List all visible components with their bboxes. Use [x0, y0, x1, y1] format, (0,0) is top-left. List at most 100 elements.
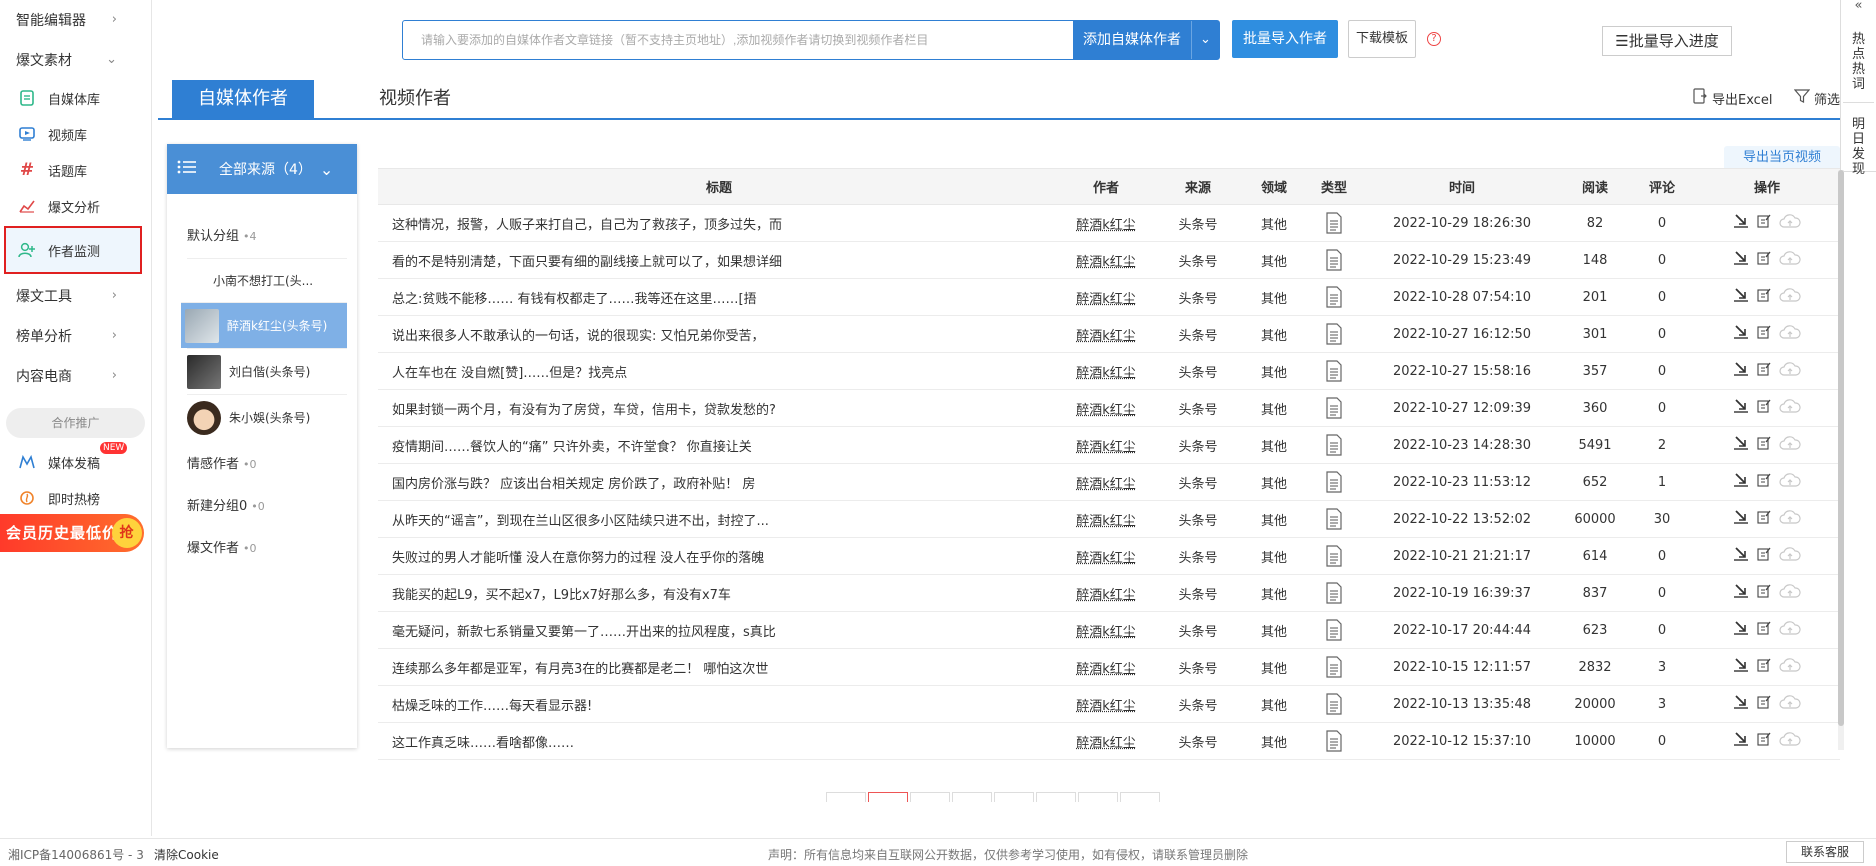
- author-item[interactable]: 小南不想打工(头...: [187, 258, 347, 302]
- edit-icon[interactable]: [1757, 584, 1771, 602]
- edit-icon[interactable]: [1757, 288, 1771, 306]
- cloud-upload-icon[interactable]: [1779, 325, 1801, 343]
- table-row[interactable]: 我能买的起L9，买不起x7，L9比x7好那么多，有没有x7车 醉酒k红尘 头条号 其他…: [378, 574, 1840, 612]
- tomorrow-discover-link[interactable]: 明日发现: [1851, 117, 1867, 177]
- edit-icon[interactable]: [1757, 251, 1771, 269]
- nav-group-rank-analysis[interactable]: 榜单分析 ›: [0, 316, 151, 356]
- clear-cookie-link[interactable]: 清除Cookie: [154, 846, 219, 863]
- edit-icon[interactable]: [1757, 658, 1771, 676]
- author-link[interactable]: 醉酒k红尘: [1060, 389, 1152, 427]
- vip-promo-banner[interactable]: 会员历史最低价 抢: [0, 514, 144, 552]
- author-link[interactable]: 醉酒k红尘: [1060, 611, 1152, 649]
- download-icon[interactable]: [1733, 621, 1749, 639]
- edit-icon[interactable]: [1757, 399, 1771, 417]
- table-row[interactable]: 枯燥乏味的工作……每天看显示器! 醉酒k红尘 头条号 其他 2022-10-13 13:…: [378, 685, 1840, 723]
- edit-icon[interactable]: [1757, 621, 1771, 639]
- download-template-button[interactable]: 下载模板: [1348, 20, 1416, 58]
- cloud-upload-icon[interactable]: [1779, 362, 1801, 380]
- author-link[interactable]: 醉酒k红尘: [1060, 648, 1152, 686]
- article-title[interactable]: 从昨天的“谣言”，到现在兰山区很多小区陆续只进不出，封控了...: [378, 500, 1060, 538]
- table-row[interactable]: 如果封锁一两个月，有没有为了房贷，车贷，信用卡，贷款发愁的? 醉酒k红尘 头条号 其他…: [378, 389, 1840, 427]
- nav-group-hot-material[interactable]: 爆文素材 ⌄: [0, 40, 151, 80]
- sidebar-item-hot-analysis[interactable]: 爆文分析: [0, 188, 151, 224]
- article-title[interactable]: 人在车也在 没自燃[赞]……但是？找亮点: [378, 352, 1060, 390]
- group-emotion[interactable]: 情感作者 •0: [187, 444, 347, 486]
- edit-icon[interactable]: [1757, 362, 1771, 380]
- page-button[interactable]: [1078, 792, 1118, 802]
- bulk-import-button[interactable]: 批量导入作者: [1232, 20, 1338, 58]
- edit-icon[interactable]: [1757, 214, 1771, 232]
- author-link[interactable]: 醉酒k红尘: [1060, 537, 1152, 575]
- article-title[interactable]: 如果封锁一两个月，有没有为了房贷，车贷，信用卡，贷款发愁的?: [378, 389, 1060, 427]
- download-icon[interactable]: [1733, 695, 1749, 713]
- table-row[interactable]: 连续那么多年都是亚军，有月亮3在的比赛都是老二！ 哪怕这次世 醉酒k红尘 头条号 其他…: [378, 648, 1840, 686]
- download-icon[interactable]: [1733, 436, 1749, 454]
- cloud-upload-icon[interactable]: [1779, 621, 1801, 639]
- author-link[interactable]: 醉酒k红尘: [1060, 463, 1152, 501]
- cloud-upload-icon[interactable]: [1779, 584, 1801, 602]
- tab-media-author[interactable]: 自媒体作者: [172, 80, 314, 118]
- hot-words-link[interactable]: 热点热词: [1851, 32, 1867, 92]
- table-row[interactable]: 从昨天的“谣言”，到现在兰山区很多小区陆续只进不出，封控了... 醉酒k红尘 头条号…: [378, 500, 1840, 538]
- page-button[interactable]: [1036, 792, 1076, 802]
- download-icon[interactable]: [1733, 732, 1749, 750]
- edit-icon[interactable]: [1757, 436, 1771, 454]
- cloud-upload-icon[interactable]: [1779, 695, 1801, 713]
- download-icon[interactable]: [1733, 288, 1749, 306]
- author-link-input[interactable]: [403, 21, 1073, 59]
- download-icon[interactable]: [1733, 362, 1749, 380]
- cloud-upload-icon[interactable]: [1779, 732, 1801, 750]
- table-row[interactable]: 失败过的男人才能听懂 没人在意你努力的过程 没人在乎你的落魄 醉酒k红尘 头条号 其他…: [378, 537, 1840, 575]
- group-default[interactable]: 默认分组 •4: [187, 216, 347, 258]
- export-excel-link[interactable]: 导出Excel: [1692, 88, 1772, 108]
- download-icon[interactable]: [1733, 584, 1749, 602]
- download-icon[interactable]: [1733, 510, 1749, 528]
- article-title[interactable]: 枯燥乏味的工作……每天看显示器!: [378, 685, 1060, 723]
- article-title[interactable]: 失败过的男人才能听懂 没人在意你努力的过程 没人在乎你的落魄: [378, 537, 1060, 575]
- cloud-upload-icon[interactable]: [1779, 436, 1801, 454]
- article-title[interactable]: 疫情期间……餐饮人的“痛” 只许外卖，不许堂食？ 你直接让关: [378, 426, 1060, 464]
- download-icon[interactable]: [1733, 658, 1749, 676]
- nav-group-smart-editor[interactable]: 智能编辑器 ›: [0, 0, 151, 40]
- download-icon[interactable]: [1733, 473, 1749, 491]
- cloud-upload-icon[interactable]: [1779, 658, 1801, 676]
- sidebar-item-video-library[interactable]: 视频库: [0, 116, 151, 152]
- article-title[interactable]: 看的不是特别清楚，下面只要有细的副线接上就可以了，如果想详细: [378, 241, 1060, 279]
- sidebar-item-instant-hot[interactable]: 即时热榜: [0, 480, 151, 516]
- author-link[interactable]: 醉酒k红尘: [1060, 278, 1152, 316]
- sidebar-item-topic-library[interactable]: # 话题库: [0, 152, 151, 188]
- page-button[interactable]: [952, 792, 992, 802]
- article-title[interactable]: 这种情况，报警，人贩子来打自己，自己为了救孩子，顶多过失，而: [378, 204, 1060, 242]
- download-icon[interactable]: [1733, 325, 1749, 343]
- table-row[interactable]: 毫无疑问，新款七系销量又要第一了……开出来的拉风程度，s真比 醉酒k红尘 头条号 其他…: [378, 611, 1840, 649]
- edit-icon[interactable]: [1757, 325, 1771, 343]
- table-row[interactable]: 说出来很多人不敢承认的一句话，说的很现实: 又怕兄弟你受苦， 醉酒k红尘 头条号 其他…: [378, 315, 1840, 353]
- author-link[interactable]: 醉酒k红尘: [1060, 352, 1152, 390]
- author-link[interactable]: 醉酒k红尘: [1060, 204, 1152, 242]
- article-title[interactable]: 我能买的起L9，买不起x7，L9比x7好那么多，有没有x7车: [378, 574, 1060, 612]
- table-row[interactable]: 这工作真乏味……看啥都像…… 醉酒k红尘 头条号 其他 2022-10-12 15:37…: [378, 722, 1840, 760]
- article-title[interactable]: 这工作真乏味……看啥都像……: [378, 722, 1060, 760]
- cloud-upload-icon[interactable]: [1779, 251, 1801, 269]
- author-link[interactable]: 醉酒k红尘: [1060, 426, 1152, 464]
- cloud-upload-icon[interactable]: [1779, 288, 1801, 306]
- group-new-0[interactable]: 新建分组0 •0: [187, 486, 347, 528]
- table-row[interactable]: 看的不是特别清楚，下面只要有细的副线接上就可以了，如果想详细 醉酒k红尘 头条号 其他…: [378, 241, 1840, 279]
- table-row[interactable]: 国内房价涨与跌？ 应该出台相关规定 房价跌了，政府补贴！ 房醉酒k红尘 头条号 其他…: [378, 463, 1840, 501]
- edit-icon[interactable]: [1757, 732, 1771, 750]
- author-item[interactable]: 朱小娛(头条号): [187, 394, 347, 440]
- page-button[interactable]: [994, 792, 1034, 802]
- sidebar-item-media-library[interactable]: 自媒体库: [0, 80, 151, 116]
- export-page-video-button[interactable]: 导出当页视频: [1724, 146, 1840, 170]
- article-title[interactable]: 国内房价涨与跌？ 应该出台相关规定 房价跌了，政府补贴！ 房: [378, 463, 1060, 501]
- all-sources-dropdown[interactable]: 全部来源（4） ⌄: [167, 144, 357, 194]
- cloud-upload-icon[interactable]: [1779, 547, 1801, 565]
- author-link[interactable]: 醉酒k红尘: [1060, 685, 1152, 723]
- filter-link[interactable]: 筛选: [1794, 88, 1840, 108]
- author-link[interactable]: 醉酒k红尘: [1060, 722, 1152, 760]
- download-icon[interactable]: [1733, 547, 1749, 565]
- edit-icon[interactable]: [1757, 695, 1771, 713]
- article-title[interactable]: 说出来很多人不敢承认的一句话，说的很现实: 又怕兄弟你受苦，: [378, 315, 1060, 353]
- page-button[interactable]: [1120, 792, 1160, 802]
- author-link[interactable]: 醉酒k红尘: [1060, 500, 1152, 538]
